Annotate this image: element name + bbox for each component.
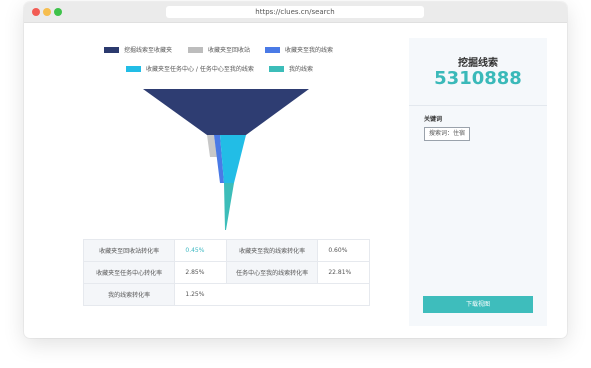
keyword-tag[interactable]: 搜索词：住宿	[424, 127, 471, 141]
funnel-segment-mine[interactable]	[224, 183, 234, 230]
conversion-rate-table: 收藏夹至回收站转化率 0.45% 收藏夹至我的线索转化率 0.60% 收藏夹至任…	[82, 239, 370, 306]
rate-value: 22.81%	[317, 261, 370, 284]
divider	[409, 105, 547, 106]
funnel-segment-collect[interactable]	[143, 89, 309, 135]
download-view-button[interactable]: 下载视图	[423, 296, 533, 313]
clue-count: 5310888	[434, 68, 522, 89]
rate-label: 收藏夹至我的线索转化率	[225, 239, 319, 262]
funnel-segment-task-center[interactable]	[220, 135, 246, 183]
panel-title: 挖掘线索	[458, 58, 498, 69]
summary-panel: 挖掘线索 5310888 关键词 搜索词：住宿 下载视图	[409, 38, 547, 326]
table-row: 收藏夹至回收站转化率 0.45% 收藏夹至我的线索转化率 0.60%	[82, 239, 370, 262]
rate-value: 0.60%	[317, 239, 370, 262]
keywords-label: 关键词	[424, 116, 443, 123]
table-row: 我的线索转化率 1.25%	[82, 283, 370, 306]
rate-label: 收藏夹至回收站转化率	[82, 239, 176, 262]
rate-value: 2.85%	[174, 261, 227, 284]
rate-label: 任务中心至我的线索转化率	[225, 261, 319, 284]
rate-value: 0.45%	[174, 239, 227, 262]
rate-label: 收藏夹至任务中心转化率	[82, 261, 176, 284]
rate-label: 我的线索转化率	[82, 283, 176, 306]
table-row: 收藏夹至任务中心转化率 2.85% 任务中心至我的线索转化率 22.81%	[82, 261, 370, 284]
browser-window: https://clues.cn/search 挖掘线索至收藏夹 收藏夹至回收站…	[24, 2, 567, 338]
funnel-chart	[143, 89, 309, 230]
rate-value: 1.25%	[174, 283, 370, 306]
